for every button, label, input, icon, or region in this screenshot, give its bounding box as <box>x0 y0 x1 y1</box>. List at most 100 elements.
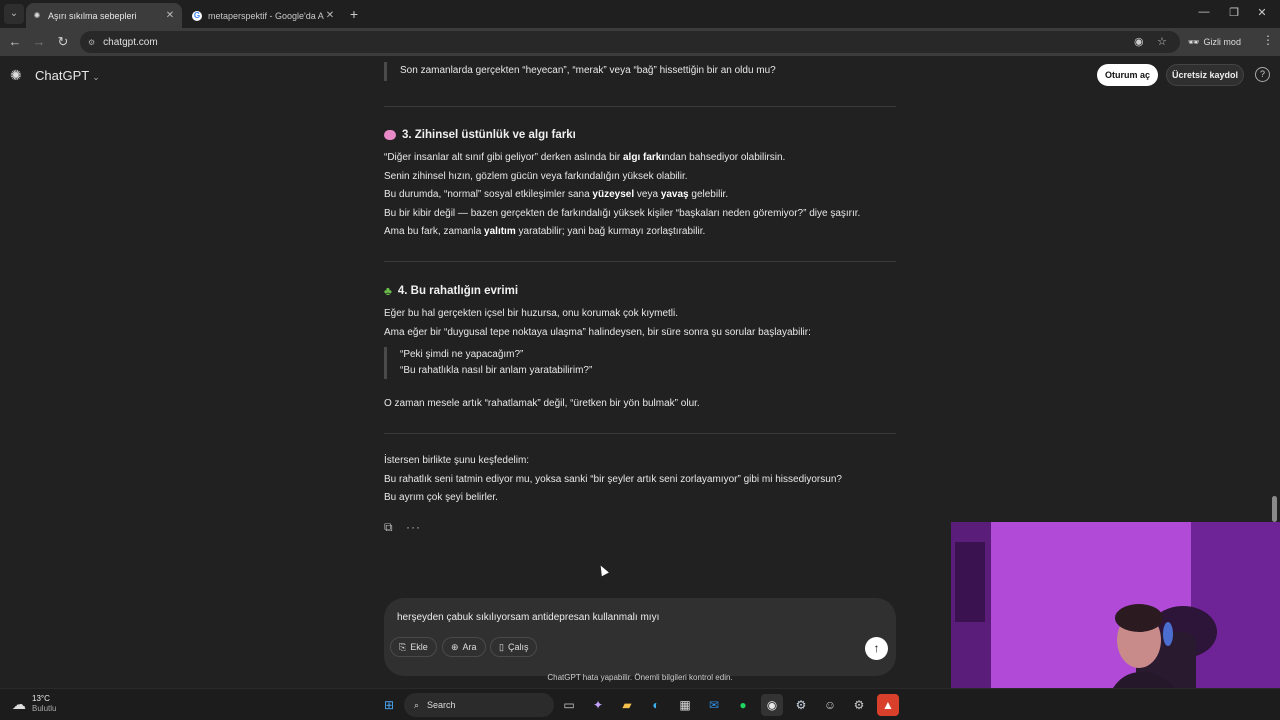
section-title: 3. Zihinsel üstünlük ve algı farkı <box>402 129 576 141</box>
text-line: Ama eğer bir “duygusal tepe noktaya ulaş… <box>384 326 811 338</box>
weather-widget[interactable]: ☁ 13°C Bulutlu <box>12 694 56 714</box>
divider <box>384 261 896 262</box>
chatgpt-favicon-icon: ✺ <box>33 11 41 20</box>
text-line: Bu ayrım çok şeyi belirler. <box>384 492 498 504</box>
brain-icon <box>384 130 396 141</box>
closing-paragraph: İstersen birlikte şunu keşfedelim: Bu ra… <box>384 452 904 508</box>
incognito-icon: 🕶 <box>1188 36 1200 47</box>
chatgpt-logo-icon: ✺ <box>10 67 22 83</box>
model-selector[interactable]: ChatGPT ⌄ <box>35 68 100 83</box>
browser-tab-strip: ⌄ ✺ Aşırı sıkılma sebepleri ✕ G metapers… <box>0 0 1280 28</box>
url-text: chatgpt.com <box>103 36 158 48</box>
omnibox[interactable]: ⚙ chatgpt.com ◉ ☆ <box>80 31 1180 53</box>
message-composer[interactable]: herşeyden çabuk sıkılıyorsam antidepresa… <box>384 598 896 676</box>
temperature: 13°C <box>32 694 50 703</box>
section-body: Eğer bu hal gerçekten içsel bir huzursa,… <box>384 305 904 342</box>
quote-line: “Peki şimdi ne yapacağım?” <box>400 349 524 360</box>
more-options-icon[interactable]: ··· <box>406 518 421 537</box>
google-favicon-icon: G <box>192 10 202 21</box>
tab-inactive[interactable]: G metaperspektif - Google'da Ara ✕ <box>186 3 342 28</box>
close-window-icon[interactable]: ✕ <box>1254 6 1270 19</box>
scrollbar-thumb[interactable] <box>1272 496 1277 522</box>
new-tab-plus-icon[interactable]: + <box>346 6 362 22</box>
section-body: “Diğer insanlar alt sınıf gibi geliyor” … <box>384 149 904 242</box>
discord-icon[interactable]: ☺ <box>819 694 841 716</box>
search-button[interactable]: ⊕ Ara <box>442 637 486 657</box>
text-line: İstersen birlikte şunu keşfedelim: <box>384 455 530 466</box>
brand-name: ChatGPT <box>35 68 90 83</box>
weather-condition: Bulutlu <box>32 704 57 713</box>
search-label: Search <box>427 700 456 710</box>
taskbar-search[interactable]: ⌕ Search <box>404 693 554 717</box>
paperclip-icon: ⎘ <box>399 641 407 652</box>
study-label: Çalış <box>507 642 529 652</box>
bookmark-star-icon[interactable]: ☆ <box>1157 35 1167 48</box>
globe-icon: ⊕ <box>451 641 459 652</box>
section-body: O zaman mesele artık “rahatlamak” değil,… <box>384 395 904 414</box>
incognito-indicator[interactable]: 🕶 Gizli mod <box>1188 33 1241 51</box>
file-explorer-icon[interactable]: ▰ <box>616 694 638 716</box>
signup-button[interactable]: Ücretsiz kaydol <box>1166 64 1244 86</box>
task-view-icon[interactable]: ▭ <box>558 694 580 716</box>
login-button[interactable]: Oturum aç <box>1097 64 1158 86</box>
site-info-icon[interactable]: ⚙ <box>88 38 95 47</box>
blockquote: “Peki şimdi ne yapacağım?” “Bu rahatlıkl… <box>384 347 592 379</box>
incognito-label: Gizli mod <box>1203 37 1241 47</box>
spotify-icon[interactable]: ● <box>732 694 754 716</box>
store-icon[interactable]: ▦ <box>674 694 696 716</box>
blockquote: Son zamanlarda gerçekten “heyecan”, “mer… <box>384 62 776 81</box>
book-icon: ▯ <box>499 641 504 652</box>
windows-start-icon[interactable]: ⊞ <box>378 694 400 716</box>
seedling-icon: ♣ <box>384 284 392 298</box>
mouse-cursor-icon <box>597 563 609 577</box>
settings-gear-icon[interactable]: ⚙ <box>848 694 870 716</box>
quote-line: “Bu rahatlıkla nasıl bir anlam yaratabil… <box>400 365 593 376</box>
reload-icon[interactable]: ↻ <box>54 33 72 51</box>
tab-search-icon[interactable]: ⌄ <box>4 4 24 24</box>
minimize-icon[interactable]: — <box>1196 6 1212 18</box>
divider <box>384 106 896 107</box>
message-input[interactable]: herşeyden çabuk sıkılıyorsam antidepresa… <box>397 612 659 623</box>
divider <box>384 433 896 434</box>
search-label: Ara <box>462 642 477 652</box>
tab-title: Aşırı sıkılma sebepleri <box>48 10 137 21</box>
text-line: Bu bir kibir değil — bazen gerçekten de … <box>384 207 861 219</box>
chrome-icon[interactable]: ◉ <box>761 694 783 716</box>
chevron-down-icon: ⌄ <box>92 72 100 82</box>
study-button[interactable]: ▯ Çalış <box>490 637 538 657</box>
tab-active[interactable]: ✺ Aşırı sıkılma sebepleri ✕ <box>26 3 182 28</box>
text-line: “Diğer insanlar alt sınıf gibi geliyor” … <box>384 152 786 163</box>
steam-icon[interactable]: ⚙ <box>790 694 812 716</box>
text-line: Senin zihinsel hızın, gözlem gücün veya … <box>384 170 688 182</box>
eye-off-icon[interactable]: ◉ <box>1134 35 1144 48</box>
taskbar: ☁ 13°C Bulutlu ⊞ ⌕ Search ▭ ✦ ▰ ◐ ▦ ✉ ● … <box>0 688 1280 720</box>
browser-menu-icon[interactable]: ⋮ <box>1262 33 1274 47</box>
back-arrow-icon[interactable]: ← <box>6 33 24 51</box>
cloud-icon: ☁ <box>12 695 26 712</box>
tab-close-icon[interactable]: ✕ <box>324 10 336 21</box>
attach-label: Ekle <box>410 642 428 652</box>
text-line: Bu durumda, “normal” sosyal etkileşimler… <box>384 189 729 201</box>
text-line: Eğer bu hal gerçekten içsel bir huzursa,… <box>384 308 679 319</box>
address-toolbar: ← → ↻ ⚙ chatgpt.com ◉ ☆ 🕶 Gizli mod ⋮ <box>0 28 1280 56</box>
attach-button[interactable]: ⎘ Ekle <box>390 637 437 657</box>
edge-browser-icon[interactable]: ◐ <box>645 694 667 716</box>
disclaimer-text: ChatGPT hata yapabilir. Önemli bilgileri… <box>547 673 733 682</box>
copy-icon[interactable]: ⧉ <box>384 518 393 537</box>
send-arrow-icon[interactable]: ↑ <box>865 637 888 660</box>
section-heading: 3. Zihinsel üstünlük ve algı farkı <box>384 126 576 145</box>
text-line: Bu rahatlık seni tatmin ediyor mu, yoksa… <box>384 473 842 485</box>
tab-title: metaperspektif - Google'da Ara <box>208 10 324 21</box>
section-heading: ♣ 4. Bu rahatlığın evrimi <box>384 282 518 301</box>
restore-icon[interactable]: ❐ <box>1226 6 1242 19</box>
forward-arrow-icon[interactable]: → <box>30 33 48 51</box>
outlook-icon[interactable]: ✉ <box>703 694 725 716</box>
text-line: O zaman mesele artık “rahatlamak” değil,… <box>384 398 700 409</box>
help-icon[interactable]: ? <box>1255 67 1270 82</box>
obs-app-icon[interactable]: ▲ <box>877 694 899 716</box>
tab-close-icon[interactable]: ✕ <box>164 10 176 21</box>
search-icon: ⌕ <box>414 699 420 710</box>
quote-text: Son zamanlarda gerçekten “heyecan”, “mer… <box>400 65 776 76</box>
copilot-icon[interactable]: ✦ <box>587 694 609 716</box>
section-title: 4. Bu rahatlığın evrimi <box>397 285 519 297</box>
